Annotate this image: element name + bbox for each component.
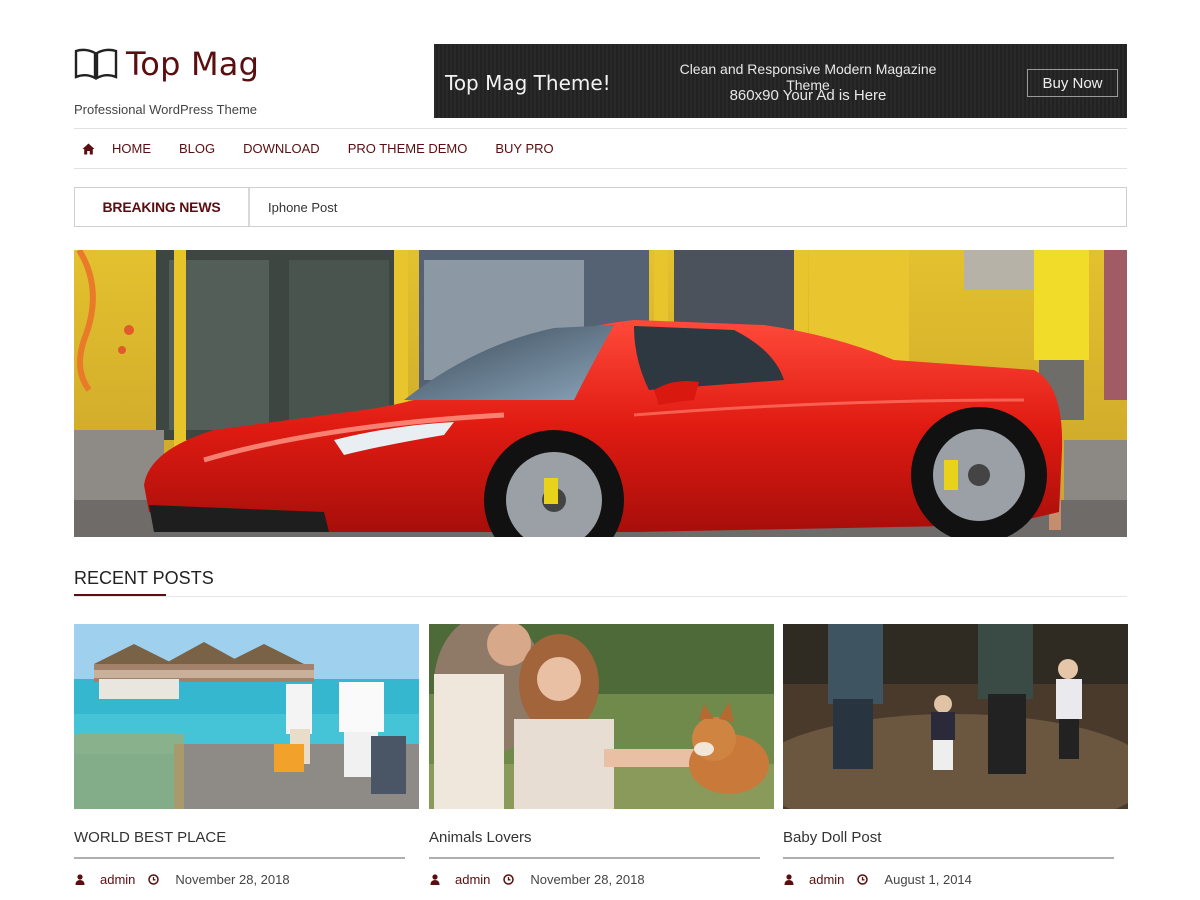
- post-divider: [783, 857, 1114, 859]
- post-date: November 28, 2018: [175, 872, 290, 887]
- section-divider: [74, 596, 1127, 597]
- clock-icon: [502, 874, 514, 886]
- clock-icon: [147, 874, 159, 886]
- home-icon[interactable]: [82, 142, 96, 156]
- logo-text: Top Mag: [126, 45, 260, 83]
- post-divider: [429, 857, 760, 859]
- breaking-news-label: BREAKING NEWS: [75, 188, 250, 226]
- post-thumbnail[interactable]: [74, 624, 419, 809]
- post-meta: admin November 28, 2018: [74, 872, 419, 887]
- post-divider: [74, 857, 405, 859]
- post-thumbnail[interactable]: [783, 624, 1128, 809]
- main-nav: HOME BLOG DOWNLOAD PRO THEME DEMO BUY PR…: [74, 128, 1127, 169]
- nav-item-home[interactable]: HOME: [112, 141, 151, 156]
- ad-banner[interactable]: Top Mag Theme! Clean and Responsive Mode…: [434, 44, 1127, 118]
- section-accent-bar: [74, 594, 166, 596]
- post-meta: admin August 1, 2014: [783, 872, 1128, 887]
- user-icon: [783, 874, 795, 886]
- post-thumbnail[interactable]: [429, 624, 774, 809]
- post-card: WORLD BEST PLACE admin November 28, 2018: [74, 624, 419, 887]
- recent-posts-title: RECENT POSTS: [74, 568, 214, 588]
- post-card: Animals Lovers admin November 28, 2018: [429, 624, 774, 887]
- post-meta: admin November 28, 2018: [429, 872, 774, 887]
- user-icon: [74, 874, 86, 886]
- breaking-news-bar: BREAKING NEWS Iphone Post: [74, 187, 1127, 227]
- post-title[interactable]: WORLD BEST PLACE: [74, 829, 419, 849]
- buy-now-button[interactable]: Buy Now: [1027, 69, 1118, 97]
- ad-line2: 860x90 Your Ad is Here: [729, 87, 887, 104]
- site-tagline: Professional WordPress Theme: [74, 102, 258, 117]
- nav-item-download[interactable]: DOWNLOAD: [243, 141, 320, 156]
- hero-image[interactable]: [74, 250, 1127, 537]
- post-author[interactable]: admin: [455, 872, 490, 887]
- book-icon: [74, 48, 118, 81]
- nav-item-blog[interactable]: BLOG: [179, 141, 215, 156]
- nav-item-buy-pro[interactable]: BUY PRO: [495, 141, 553, 156]
- post-author[interactable]: admin: [100, 872, 135, 887]
- post-title[interactable]: Animals Lovers: [429, 829, 774, 849]
- post-author[interactable]: admin: [809, 872, 844, 887]
- post-card: Baby Doll Post admin August 1, 2014: [783, 624, 1128, 887]
- post-title[interactable]: Baby Doll Post: [783, 829, 1128, 849]
- clock-icon: [856, 874, 868, 886]
- post-date: November 28, 2018: [530, 872, 645, 887]
- user-icon: [429, 874, 441, 886]
- post-date: August 1, 2014: [884, 872, 972, 887]
- nav-item-pro-theme-demo[interactable]: PRO THEME DEMO: [348, 141, 468, 156]
- breaking-news-item[interactable]: Iphone Post: [250, 188, 337, 226]
- site-logo[interactable]: Top Mag: [74, 44, 259, 84]
- ad-title: Top Mag Theme!: [445, 71, 611, 95]
